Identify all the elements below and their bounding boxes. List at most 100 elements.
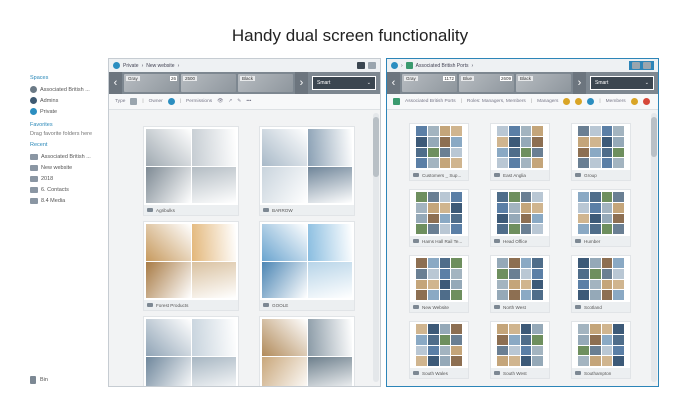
folder-card[interactable]: Scotland [571, 255, 631, 313]
sidebar-item[interactable]: 8.4 Media [30, 195, 105, 206]
view-mode-select[interactable]: Smart ⌄ [590, 76, 654, 90]
thumbnail-photo [508, 224, 520, 234]
carousel-tile-count: 2609 [499, 76, 512, 81]
thumbnail-photo [520, 268, 532, 279]
thumbnail-photo [520, 147, 532, 158]
thumbnail-photo [262, 224, 307, 261]
thumbnail-photo [532, 224, 543, 234]
thumbnail-photo [497, 356, 508, 366]
filter-space[interactable]: Associated British Ports [405, 99, 456, 104]
folder-thumbnail [146, 224, 236, 298]
carousel-next-button[interactable]: › [295, 72, 308, 94]
folder-card[interactable]: BARROW [259, 126, 355, 216]
thumbnail-photo [578, 158, 589, 168]
folder-icon [30, 175, 38, 182]
sidebar-item[interactable]: 6. Contacts [30, 184, 105, 195]
thumbnail-photo [439, 324, 451, 334]
folder-card-footer: Hams Hall Rail Te... [410, 236, 468, 246]
folder-card[interactable]: South West [490, 321, 550, 379]
sidebar-item[interactable]: Associated British ... [30, 84, 105, 95]
folder-thumbnail [146, 319, 236, 386]
thumbnail-photo [451, 147, 462, 158]
scrollbar-thumb[interactable] [651, 117, 657, 157]
folder-card[interactable]: South Wales [409, 321, 469, 379]
sidebar-section-heading: Favorites [30, 122, 53, 128]
folder-card[interactable]: Agribulks [143, 126, 239, 216]
more-icon[interactable]: ••• [246, 99, 251, 104]
sidebar-item-label: 6. Contacts [41, 186, 69, 193]
folder-card[interactable]: New Website [409, 255, 469, 313]
thumbnail-photo [508, 268, 520, 279]
thumbnail-photo [427, 192, 439, 202]
sidebar-item[interactable]: 2018 [30, 173, 105, 184]
folder-card-label: Humber [584, 238, 601, 244]
sidebar-bin[interactable]: Bin [30, 376, 48, 384]
thumbnail-photo [532, 279, 543, 290]
filter-owner[interactable]: Owner [149, 99, 163, 104]
carousel-next-button[interactable]: › [573, 72, 586, 94]
folder-card[interactable]: Hams Hall Rail Te... [409, 189, 469, 247]
edit-icon[interactable]: ✎ [237, 99, 241, 104]
folder-card[interactable]: Head Office [490, 189, 550, 247]
thumbnail-photo [508, 126, 520, 136]
thumbnail-photo [613, 224, 624, 234]
thumbnail-photo [451, 334, 462, 345]
folder-card[interactable]: Group [571, 123, 631, 181]
carousel-tile-label: Gray [126, 76, 140, 81]
view-icon[interactable]: 👁 [217, 99, 223, 104]
folder-card[interactable]: HULL [259, 316, 355, 386]
carousel-tile[interactable]: Black [238, 74, 293, 92]
filter-managers[interactable]: Managers [537, 99, 558, 104]
filter-roles[interactable]: Roles: Managers, Members [467, 99, 526, 104]
folder-card[interactable]: Humber [571, 189, 631, 247]
scrollbar[interactable] [651, 113, 657, 382]
carousel-tile-count: 1172 [443, 76, 455, 81]
scrollbar[interactable] [373, 113, 379, 382]
thumbnail-photo [497, 258, 508, 268]
thumbnail-photo [520, 202, 532, 213]
carousel-prev-button[interactable]: ‹ [387, 72, 400, 94]
folder-card[interactable]: Forest Products [143, 221, 239, 311]
share-icon[interactable]: ↗ [228, 99, 232, 104]
view-mode-select[interactable]: Smart ⌄ [312, 76, 376, 90]
thumbnail-photo [613, 334, 624, 345]
breadcrumb-item[interactable]: Associated British Ports [416, 63, 469, 69]
breadcrumb-item[interactable]: Private [123, 63, 139, 69]
thumbnail-photo [601, 258, 613, 268]
sidebar-item[interactable]: Associated British ... [30, 151, 105, 162]
thumbnail-photo [601, 356, 613, 366]
carousel-tile[interactable]: Gray 26 [124, 74, 179, 92]
carousel-tile[interactable]: Gray 1172 [402, 74, 457, 92]
maximize-icon[interactable] [357, 62, 365, 69]
folder-icon [575, 173, 581, 177]
view-icon[interactable] [368, 62, 376, 69]
folder-card[interactable]: Customers _ Sup... [409, 123, 469, 181]
folder-card[interactable]: Southampton [571, 321, 631, 379]
carousel-tile[interactable]: Black [516, 74, 571, 92]
thumbnail-photo [262, 129, 307, 166]
carousel-tile[interactable]: Blue 2609 [459, 74, 514, 92]
thumbnail-photo [307, 129, 352, 166]
folder-card[interactable]: GRIMSBY [143, 316, 239, 386]
folder-card[interactable]: East Anglia [490, 123, 550, 181]
filter-type[interactable]: Type [115, 99, 125, 104]
filter-members[interactable]: Members [606, 99, 626, 104]
space-icon [405, 62, 413, 69]
carousel-prev-button[interactable]: ‹ [109, 72, 122, 94]
folder-card[interactable]: GOOLE [259, 221, 355, 311]
sidebar-item[interactable]: Admins [30, 95, 105, 106]
scrollbar-thumb[interactable] [373, 117, 379, 177]
sidebar-item[interactable]: New website [30, 162, 105, 173]
filter-permissions[interactable]: Permissions [186, 99, 212, 104]
maximize-icon[interactable] [632, 62, 640, 69]
thumbnail-photo [497, 202, 508, 213]
carousel-tile[interactable]: 2500 [181, 74, 236, 92]
thumbnail-photo [578, 345, 589, 356]
breadcrumb-item[interactable]: New website [146, 63, 174, 69]
sidebar-item[interactable]: Private [30, 106, 105, 117]
view-icon[interactable] [643, 62, 651, 69]
folder-thumbnail [416, 126, 462, 168]
folder-card[interactable]: North West [490, 255, 550, 313]
member-avatar-icon [630, 98, 638, 105]
carousel-tiles: Gray 1172 Blue 2609 Black [400, 72, 573, 94]
